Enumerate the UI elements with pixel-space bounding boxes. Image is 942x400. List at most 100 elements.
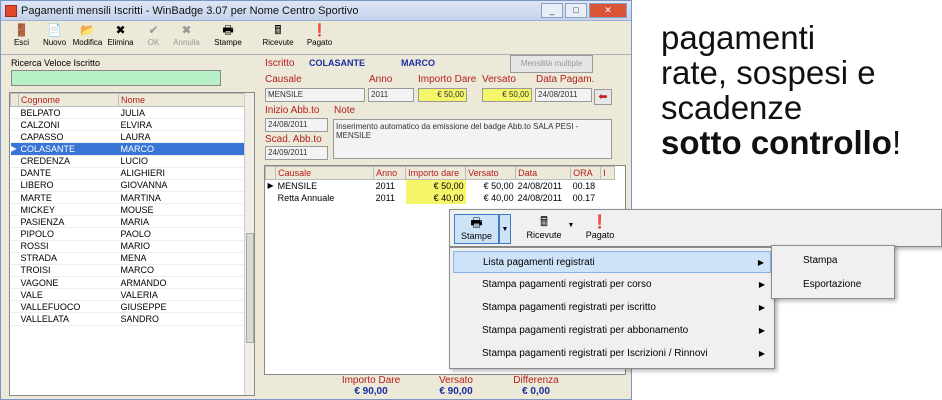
col-cognome[interactable]: Cognome (18, 93, 119, 107)
stampe-button[interactable]: 🖶 Stampe (203, 23, 253, 47)
member-nome: MARCO (118, 264, 246, 277)
printer-icon: 🖶 (470, 215, 483, 230)
member-cognome: PIPOLO (18, 227, 119, 241)
col-versato[interactable]: Versato (465, 166, 517, 180)
app-icon (5, 4, 17, 17)
menu-item-per-iscritto[interactable]: Stampa pagamenti registrati per iscritto… (453, 297, 771, 319)
member-row[interactable]: PIPOLO PAOLO (10, 227, 246, 241)
member-row[interactable]: DANTE ALIGHIERI (10, 167, 246, 180)
member-row[interactable]: LIBERO GIOVANNA (10, 179, 246, 192)
scad-field[interactable]: 24/09/2011 (265, 146, 328, 160)
row-indicator (10, 288, 19, 302)
mensilita-multiple-button[interactable]: Mensilità multiple (510, 55, 593, 73)
member-nome: VALERIA (118, 288, 246, 302)
menu-item-per-abbonamento[interactable]: Stampa pagamenti registrati per abboname… (453, 320, 771, 342)
member-cognome: CREDENZA (18, 155, 119, 168)
annulla-button[interactable]: ✖ Annulla (170, 23, 203, 47)
row-indicator (10, 215, 19, 229)
iscritto-nome: MARCO (401, 58, 435, 68)
zoom-stampe-button[interactable]: 🖶 Stampe (454, 214, 499, 244)
member-row[interactable]: STRADA MENA (10, 252, 246, 265)
col-nome[interactable]: Nome (118, 93, 246, 107)
nuovo-button[interactable]: 📄 Nuovo (38, 23, 71, 47)
causale-field[interactable]: MENSILE (265, 88, 365, 102)
menu-item-per-iscrizioni[interactable]: Stampa pagamenti registrati per Iscrizio… (453, 343, 771, 365)
maximize-button[interactable]: □ (565, 3, 587, 18)
member-row[interactable]: ROSSI MARIO (10, 240, 246, 253)
member-cognome: MARTE (18, 191, 119, 205)
member-row[interactable]: CAPASSO LAURA (10, 130, 246, 144)
member-row[interactable]: CREDENZA LUCIO (10, 155, 246, 168)
folder-icon: 📂 (80, 23, 95, 37)
payment-causale: Retta Annuale (277, 192, 335, 203)
col-ora[interactable]: ORA (570, 166, 602, 180)
member-row[interactable]: PASIENZA MARIA (10, 215, 246, 229)
inizio-field[interactable]: 24/08/2011 (265, 118, 328, 132)
member-row[interactable]: VALLELATA SANDRO (10, 312, 246, 326)
lista-submenu: Stampa Esportazione (771, 245, 895, 299)
members-grid[interactable]: Cognome Nome BELPATO JULIA CALZONI ELVIRA CA… (9, 92, 255, 396)
col-extra[interactable]: I (600, 166, 616, 180)
row-indicator (10, 227, 19, 241)
member-row[interactable]: VALE VALERIA (10, 288, 246, 302)
submenu-item-stampa[interactable]: Stampa (803, 255, 837, 266)
ricevute-button[interactable]: 🖩 Ricevute (253, 23, 303, 47)
col-causale[interactable]: Causale (275, 166, 375, 180)
row-indicator (10, 179, 19, 192)
esci-button[interactable]: 🚪 Esci (5, 23, 38, 47)
payment-row[interactable]: Retta Annuale 2011 € 40,00 € 40,00 24/08/201… (266, 191, 615, 204)
member-row[interactable]: MICKEY MOUSE (10, 203, 246, 217)
row-indicator (10, 252, 19, 265)
data-pagam-label: Data Pagam. (536, 74, 595, 85)
modifica-button[interactable]: 📂 Modifica (71, 23, 104, 47)
member-row[interactable]: VAGONE ARMANDO (10, 276, 246, 290)
member-row[interactable]: ▶ COLASANTE MARCO (10, 142, 246, 156)
total-importo-label: Importo Dare (341, 375, 401, 386)
member-nome: MARIO (118, 240, 246, 253)
col-importo[interactable]: Importo dare (405, 166, 467, 180)
stampe-dropdown-arrow[interactable]: ▼ (499, 214, 511, 244)
row-indicator (266, 192, 276, 204)
pagato-button[interactable]: ❗ Pagato (303, 23, 336, 47)
stampe-menu: Lista pagamenti registrati ▶ Stampa pagam… (449, 247, 775, 369)
elimina-button[interactable]: ✖ Elimina (104, 23, 137, 47)
scroll-thumb[interactable] (246, 233, 254, 343)
member-nome: ARMANDO (118, 276, 246, 290)
payment-anno: 2011 (375, 192, 396, 203)
importo-dare-field[interactable]: € 50,00 (418, 88, 467, 102)
members-scrollbar[interactable] (244, 93, 254, 395)
anno-field[interactable]: 2011 (368, 88, 414, 102)
data-pagam-field[interactable]: 24/08/2011 (535, 88, 592, 102)
member-cognome: CALZONI (18, 118, 119, 132)
close-button[interactable]: ✕ (589, 3, 627, 18)
ricevute-dropdown-arrow[interactable]: ▼ (566, 222, 576, 229)
member-row[interactable]: CALZONI ELVIRA (10, 118, 246, 132)
menu-item-lista[interactable]: Lista pagamenti registrati ▶ (453, 251, 771, 273)
zoom-pagato-button[interactable]: ❗ Pagato (580, 214, 620, 240)
payment-versato: € 50,00 (483, 180, 514, 191)
member-row[interactable]: TROISI MARCO (10, 264, 246, 277)
member-row[interactable]: MARTE MARTINA (10, 191, 246, 205)
member-row[interactable]: BELPATO JULIA (10, 106, 246, 120)
member-nome: JULIA (118, 106, 246, 120)
back-arrow-icon[interactable]: ⬅ (594, 89, 612, 105)
note-field[interactable]: Inserimento automatico da emissione del … (333, 119, 612, 159)
payment-row[interactable]: ▶ MENSILE 2011 € 50,00 € 50,00 24/08/2011 00.1… (266, 179, 615, 192)
row-indicator (10, 118, 19, 132)
col-data[interactable]: Data (515, 166, 572, 180)
menu-item-per-corso[interactable]: Stampa pagamenti registrati per corso ▶ (453, 274, 771, 296)
causale-label: Causale (265, 74, 302, 85)
payment-importo: € 50,00 (405, 179, 466, 192)
versato-field[interactable]: € 50,00 (482, 88, 532, 102)
member-nome: GIUSEPPE (118, 300, 246, 314)
member-row[interactable]: VALLEFUOCO GIUSEPPE (10, 300, 246, 314)
member-cognome: COLASANTE (18, 142, 119, 156)
col-anno[interactable]: Anno (373, 166, 407, 180)
search-input[interactable] (11, 70, 221, 86)
payment-importo: € 40,00 (405, 191, 466, 204)
ok-button[interactable]: ✔ OK (137, 23, 170, 47)
zoom-ricevute-button[interactable]: 🖩 Ricevute (520, 214, 568, 240)
member-nome: LAURA (118, 130, 246, 144)
minimize-button[interactable]: _ (541, 3, 563, 18)
submenu-item-esportazione[interactable]: Esportazione (803, 279, 861, 290)
